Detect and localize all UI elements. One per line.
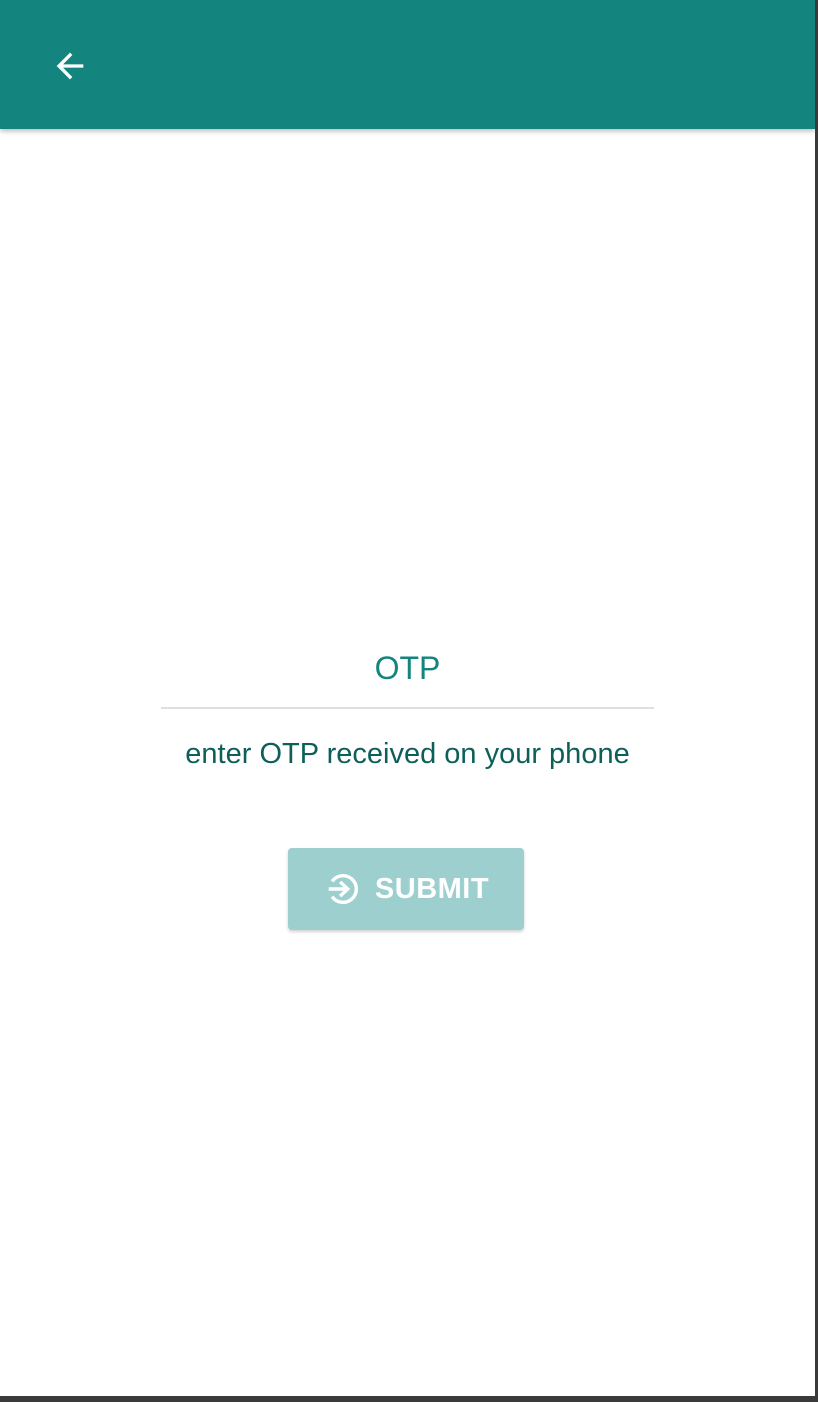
submit-label: SUBMIT xyxy=(374,872,490,905)
back-button[interactable] xyxy=(38,34,102,98)
otp-underline xyxy=(161,707,654,709)
submit-button[interactable]: SUBMIT xyxy=(288,848,524,930)
otp-field xyxy=(161,630,654,710)
app-bar xyxy=(0,0,815,129)
otp-screen: enter OTP received on your phone SUBMIT xyxy=(0,0,815,1396)
otp-input[interactable] xyxy=(161,630,654,706)
login-arrow-circle-icon xyxy=(323,870,361,908)
otp-helper-text: enter OTP received on your phone xyxy=(185,738,630,770)
arrow-back-icon xyxy=(56,52,84,80)
